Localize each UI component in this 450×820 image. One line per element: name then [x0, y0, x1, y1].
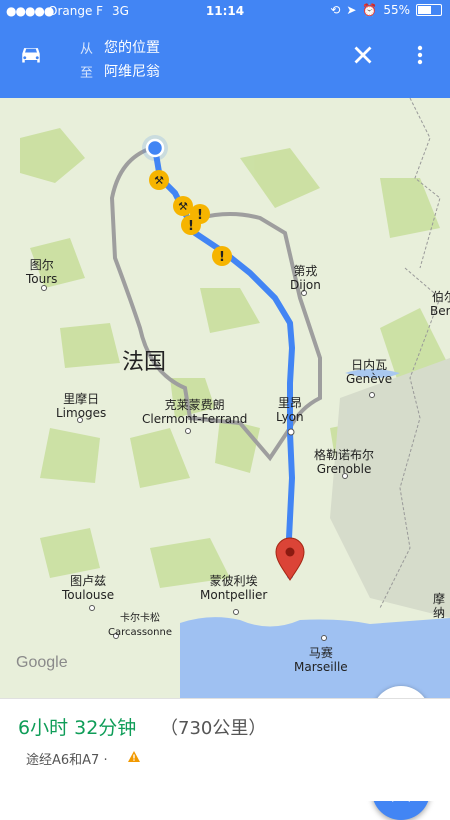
- current-location-dot: [145, 138, 165, 158]
- warning-icon[interactable]: !: [212, 246, 232, 266]
- city-label-toulouse: 图卢兹 Toulouse: [62, 574, 115, 602]
- close-button[interactable]: [348, 40, 378, 70]
- alarm-icon: ⏰: [362, 3, 378, 17]
- car-icon[interactable]: [16, 40, 46, 70]
- city-label-bern: 伯尔Bern: [430, 290, 450, 318]
- warning-triangle-icon: [128, 751, 140, 762]
- directions-header: 从 您的位置 至 阿维尼翁: [0, 22, 450, 98]
- destination-field[interactable]: 阿维尼翁: [104, 61, 160, 81]
- battery-icon: [416, 4, 442, 16]
- battery-percent: 55%: [383, 3, 410, 17]
- map-view[interactable]: ⚒ ⚒ ! ! ! 图尔 Tours 第戎 Dijon 日内瓦 Genève 里摩日 L…: [0, 98, 450, 820]
- trip-distance: （730公里）: [160, 718, 267, 739]
- city-label-tours: 图尔 Tours: [26, 258, 58, 286]
- route-via: 途经A6和A7 ·: [26, 753, 108, 768]
- svg-text:!: !: [188, 219, 194, 234]
- lock-rotation-icon: ⟲: [330, 3, 341, 17]
- location-arrow-icon: ➤: [346, 3, 357, 17]
- country-label: 法国: [122, 350, 167, 375]
- status-bar: ●●●●● Orange F 3G 11:14 ⟲ ➤ ⏰ 55%: [0, 0, 450, 22]
- city-label-montpellier: 蒙彼利埃 Montpellier: [200, 574, 268, 602]
- city-label-marseille: 马赛 Marseille: [294, 646, 348, 674]
- warning-icon[interactable]: !: [181, 215, 201, 235]
- roadwork-icon[interactable]: ⚒: [149, 170, 169, 190]
- city-label-monaco: 摩纳: [432, 592, 445, 620]
- route-summary-panel[interactable]: 6小时 32分钟 （730公里） 途经A6和A7 ·: [0, 698, 450, 801]
- svg-text:⚒: ⚒: [154, 174, 164, 187]
- more-options-button[interactable]: [408, 40, 432, 70]
- city-label-grenoble: 格勒诺布尔 Grenoble: [314, 448, 375, 476]
- city-label-dijon: 第戎 Dijon: [290, 264, 321, 292]
- city-label-carcassonne: 卡尔卡松 Carcassonne: [108, 613, 172, 638]
- from-label: 从: [80, 42, 94, 57]
- svg-text:⚒: ⚒: [178, 200, 188, 213]
- origin-field[interactable]: 您的位置: [104, 37, 160, 57]
- city-label-limoges: 里摩日 Limoges: [56, 392, 107, 420]
- city-label-clermont-ferrand: 克莱蒙费朗 Clermont-Ferrand: [142, 398, 248, 426]
- google-logo: Google: [16, 654, 68, 671]
- city-label-geneva: 日内瓦 Genève: [346, 358, 393, 386]
- city-label-lyon: 里昂 Lyon: [276, 396, 304, 424]
- to-label: 至: [80, 66, 94, 81]
- svg-text:!: !: [219, 250, 225, 265]
- trip-duration: 6小时 32分钟: [18, 717, 137, 739]
- roadwork-icon[interactable]: ⚒: [173, 196, 193, 216]
